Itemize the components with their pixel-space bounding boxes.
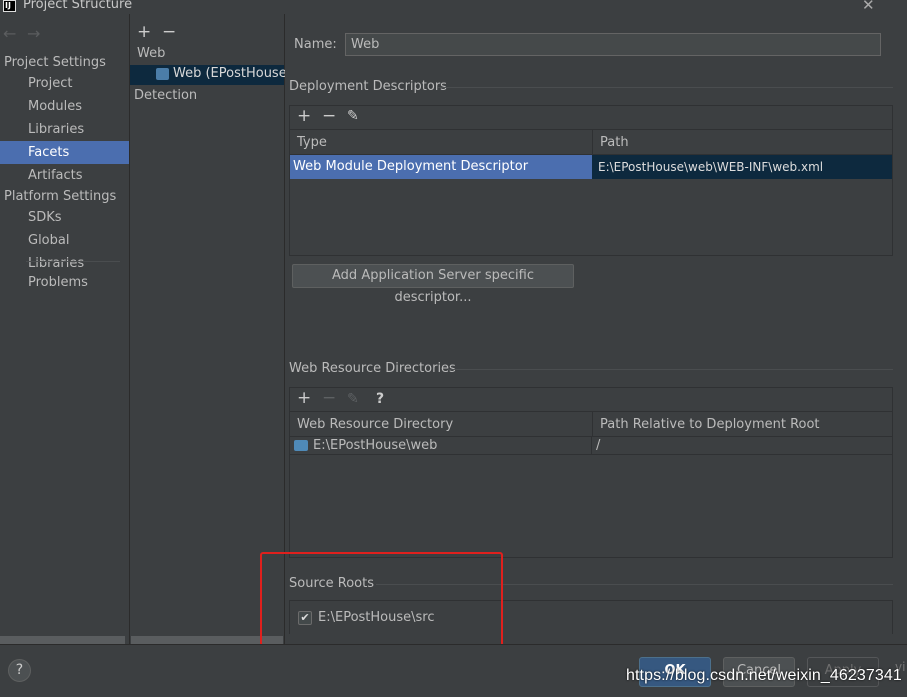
add-descriptor-button[interactable]: +	[297, 108, 311, 125]
sidebar-item-global-libraries[interactable]: Global Libraries	[0, 229, 129, 271]
window-title: Project Structure	[23, 0, 133, 12]
relative-path-cell[interactable]: /	[596, 437, 600, 455]
add-server-descriptor-button[interactable]: Add Application Server specific descript…	[292, 264, 574, 305]
deployment-descriptors-table: Type Path	[289, 129, 893, 256]
column-separator	[591, 437, 592, 455]
name-label: Name:	[294, 37, 337, 52]
deployment-descriptors-toolbar	[289, 105, 893, 129]
sidebar-item-libraries[interactable]: Libraries	[0, 118, 129, 141]
web-resource-directory-cell[interactable]: E:\EPostHouse\web	[313, 437, 437, 455]
add-facet-button[interactable]: +	[137, 24, 151, 41]
sidebar-item-artifacts[interactable]: Artifacts	[0, 164, 129, 187]
deployment-descriptors-title: Deployment Descriptors	[289, 79, 447, 94]
sidebar-divider	[26, 261, 120, 262]
sidebar-item-sdks[interactable]: SDKs	[0, 206, 129, 229]
column-header-relative-path[interactable]: Path Relative to Deployment Root	[593, 412, 893, 437]
sidebar-item-problems[interactable]: Problems	[0, 271, 129, 294]
remove-descriptor-button[interactable]: −	[322, 108, 336, 125]
title-bar	[0, 0, 907, 14]
web-resources-table: Web Resource Directory Path Relative to …	[289, 411, 893, 558]
sidebar-item-modules[interactable]: Modules	[0, 95, 129, 118]
add-web-resource-button[interactable]: +	[297, 390, 311, 407]
help-button[interactable]: ?	[8, 659, 31, 682]
facet-item-label[interactable]: Web (EPostHouse)	[173, 66, 292, 81]
facet-detection-item[interactable]: Detection	[134, 88, 197, 103]
edit-web-resource-pencil-icon[interactable]: ✎	[347, 391, 359, 408]
column-header-web-resource-directory[interactable]: Web Resource Directory	[290, 412, 592, 437]
descriptor-row-type-cell[interactable]: Web Module Deployment Descriptor	[290, 155, 592, 179]
sidebar-item-facets[interactable]: Facets	[0, 141, 129, 164]
section-divider	[448, 369, 893, 370]
back-arrow-icon[interactable]: ←	[3, 24, 16, 43]
help-question-icon[interactable]: ?	[376, 391, 384, 408]
table-header: Web Resource Directory Path Relative to …	[290, 412, 892, 437]
remove-web-resource-button[interactable]: −	[322, 390, 336, 407]
web-resource-directories-title: Web Resource Directories	[289, 361, 456, 376]
web-facet-icon	[156, 68, 169, 80]
folder-icon	[294, 440, 308, 451]
section-divider	[438, 87, 893, 88]
forward-arrow-icon[interactable]: →	[27, 24, 40, 43]
nav-group-project-settings: Project Settings	[4, 55, 106, 70]
nav-group-platform-settings: Platform Settings	[4, 189, 117, 204]
sidebar-scrollbar[interactable]	[0, 636, 125, 644]
column-header-type[interactable]: Type	[290, 130, 592, 155]
close-icon[interactable]: ✕	[862, 0, 875, 14]
watermark-text: https://blog.csdn.net/weixin_46237341	[626, 667, 902, 684]
edit-descriptor-pencil-icon[interactable]: ✎	[347, 108, 359, 125]
facet-group-web[interactable]: Web	[137, 46, 165, 61]
table-header: Type Path	[290, 130, 892, 155]
facets-list-panel	[129, 14, 285, 644]
red-annotation-box	[260, 552, 503, 652]
intellij-app-icon: IJ	[3, 0, 16, 12]
descriptor-row-path-cell[interactable]: E:\EPostHouse\web\WEB-INF\web.xml	[592, 155, 892, 179]
facet-name-input[interactable]: Web	[345, 33, 881, 56]
sidebar-item-project[interactable]: Project	[0, 72, 129, 95]
column-header-path[interactable]: Path	[593, 130, 893, 155]
remove-facet-button[interactable]: −	[162, 24, 176, 41]
